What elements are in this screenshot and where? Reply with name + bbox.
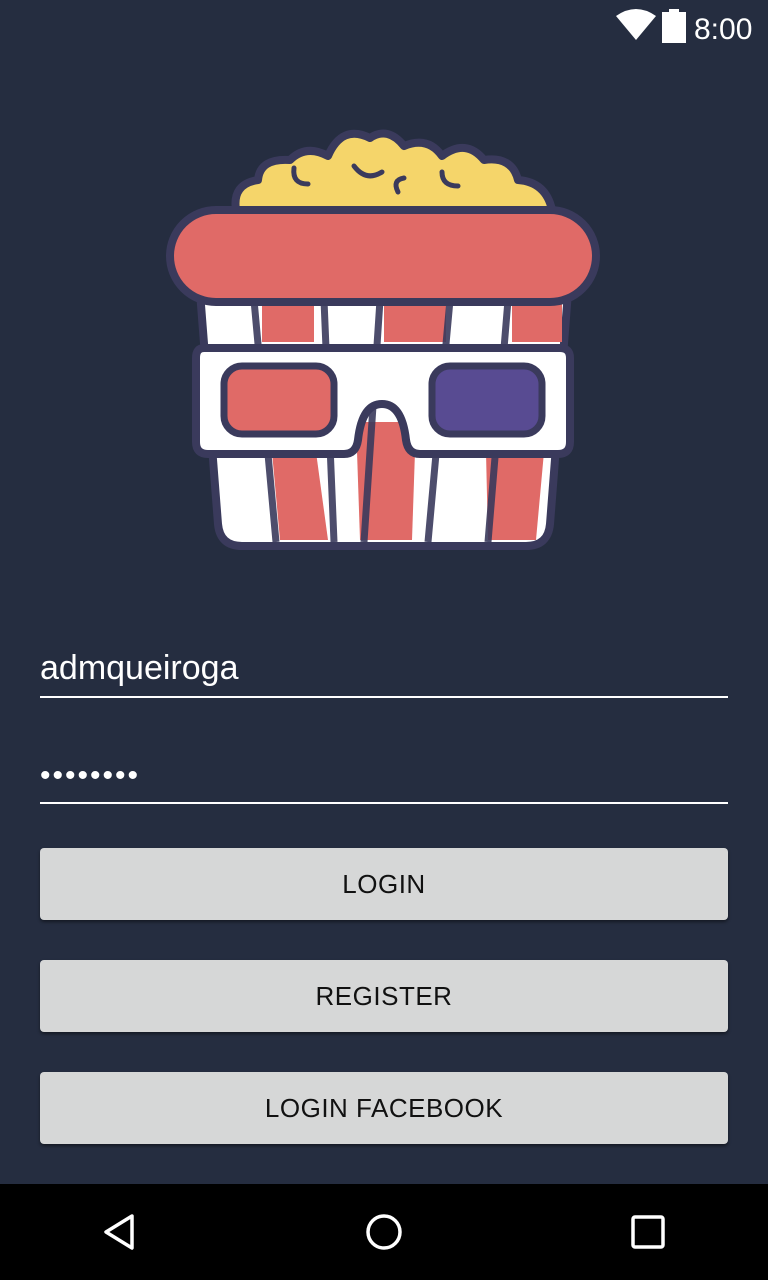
login-facebook-button[interactable]: LOGIN FACEBOOK xyxy=(40,1072,728,1144)
home-icon[interactable] xyxy=(364,1212,404,1252)
navigation-bar xyxy=(0,1184,768,1280)
register-button[interactable]: REGISTER xyxy=(40,960,728,1032)
popcorn-3d-glasses-logo xyxy=(166,129,600,550)
status-time: 8:00 xyxy=(694,13,753,46)
wifi-icon xyxy=(616,9,656,40)
status-bar: 8:00 xyxy=(0,0,768,56)
recent-apps-icon[interactable] xyxy=(628,1212,668,1252)
username-value: admqueiroga xyxy=(40,649,239,687)
login-button[interactable]: LOGIN xyxy=(40,848,728,920)
back-icon[interactable] xyxy=(100,1212,140,1252)
username-field[interactable]: admqueiroga xyxy=(40,636,728,698)
battery-icon xyxy=(662,9,686,43)
password-field[interactable]: •••••••• xyxy=(40,742,728,804)
password-value: •••••••• xyxy=(40,759,141,792)
